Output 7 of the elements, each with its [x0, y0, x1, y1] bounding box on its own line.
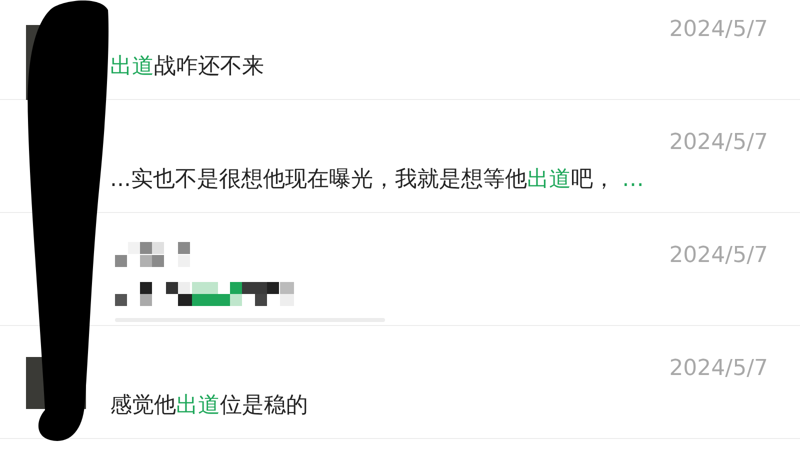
message-snippet[interactable]: 感觉他出道位是稳的: [110, 391, 308, 421]
message-date: 2024/5/7: [669, 16, 768, 44]
message-snippet[interactable]: 出道战咋还不来: [110, 52, 264, 82]
message-snippet[interactable]: ...实也不是很想他现在曝光，我就是想等他出道吧， …: [110, 165, 644, 195]
message-date: 2024/5/7: [669, 129, 768, 157]
message-date: 2024/5/7: [669, 355, 768, 383]
message-date: 2024/5/7: [669, 242, 768, 270]
